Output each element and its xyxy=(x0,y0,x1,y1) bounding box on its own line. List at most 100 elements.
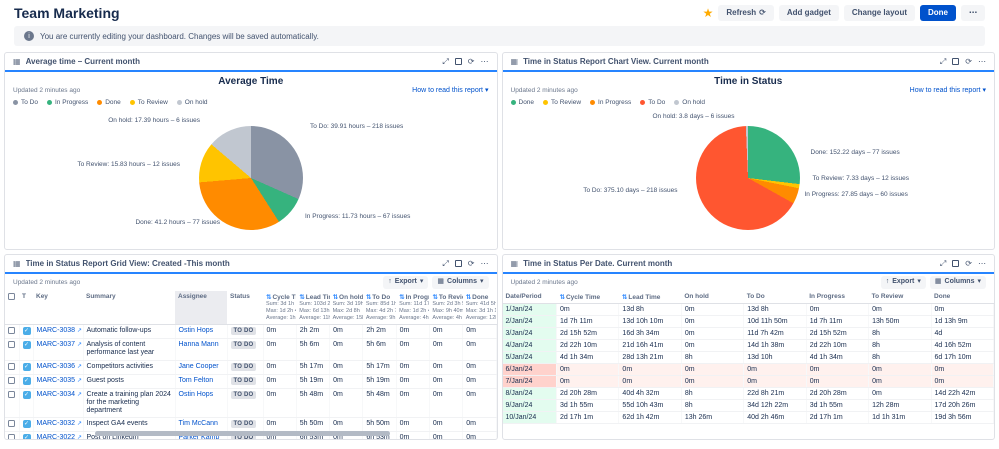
sort-icon[interactable]: ⇅ xyxy=(622,294,627,301)
gadget-refresh-icon[interactable]: ⟳ xyxy=(468,58,475,66)
col-header-to_review[interactable]: ⇅To ReviewSum: 2d 3h 58mMax: 9h 40mAvera… xyxy=(429,291,462,325)
cell-select xyxy=(5,360,19,374)
change-layout-button[interactable]: Change layout xyxy=(844,5,915,21)
table-row: 10/Jan/242d 17h 1m62d 1h 42m13h 26m40d 2… xyxy=(503,412,994,424)
assignee-link[interactable]: Hanna Mann xyxy=(179,341,219,348)
export-button[interactable]: ↑ Export ▾ xyxy=(383,276,428,288)
col-header-cycle_time[interactable]: ⇅Cycle TimeSum: 3d 1h 15mMax: 1d 2h 4mAv… xyxy=(263,291,296,325)
gadget-more-icon[interactable]: ⋯ xyxy=(978,260,986,268)
issue-key-link[interactable]: MARC-3034 xyxy=(37,391,76,398)
fullscreen-icon[interactable] xyxy=(455,58,462,65)
external-link-icon[interactable]: ↗ xyxy=(77,392,82,398)
col-header-cycle_time[interactable]: ⇅Cycle Time xyxy=(557,291,619,304)
updated-timestamp: Updated 2 minutes ago xyxy=(13,279,80,286)
issue-key-link[interactable]: MARC-3035 xyxy=(37,377,76,384)
row-checkbox[interactable] xyxy=(8,327,15,334)
assignee-link[interactable]: Tom Felton xyxy=(179,377,214,384)
row-checkbox[interactable] xyxy=(8,341,15,348)
row-checkbox[interactable] xyxy=(8,377,15,384)
external-link-icon[interactable]: ↗ xyxy=(77,342,82,348)
col-header-on_hold[interactable]: ⇅On holdSum: 3d 19hMax: 2d 8hAverage: 15… xyxy=(330,291,363,325)
col-header-in_progress[interactable]: In Progress xyxy=(806,291,868,304)
done-button[interactable]: Done xyxy=(920,5,956,21)
sort-icon[interactable]: ⇅ xyxy=(432,294,437,301)
refresh-button[interactable]: Refresh ⟳ xyxy=(718,5,774,21)
cell-on_hold: 0m xyxy=(681,364,743,376)
sort-icon[interactable]: ⇅ xyxy=(366,294,371,301)
sort-icon[interactable]: ⇅ xyxy=(266,294,271,301)
col-header-done[interactable]: ⇅DoneSum: 41d 5h 2mMax: 3d 1h 11mAverage… xyxy=(463,291,496,325)
col-header-assignee[interactable]: Assignee xyxy=(175,291,227,325)
external-link-icon[interactable]: ↗ xyxy=(77,364,82,370)
gadget-refresh-icon[interactable]: ⟳ xyxy=(965,260,972,268)
col-header-t[interactable]: T xyxy=(19,291,33,325)
expand-icon[interactable]: ⤢ xyxy=(442,58,448,66)
external-link-icon[interactable]: ↗ xyxy=(77,421,82,427)
how-to-read-link[interactable]: How to read this report ▾ xyxy=(910,86,986,94)
more-button[interactable]: ⋯ xyxy=(961,5,985,21)
cell-done: 0m xyxy=(931,304,993,316)
issue-key-link[interactable]: MARC-3032 xyxy=(37,420,76,427)
sort-icon[interactable]: ⇅ xyxy=(466,294,471,301)
col-header-lead_time[interactable]: ⇅Lead Time xyxy=(619,291,681,304)
col-header-lead_time[interactable]: ⇅Lead TimeSum: 103d 22h 5mMax: 6d 13h 41… xyxy=(296,291,329,325)
assignee-link[interactable]: Ostin Hops xyxy=(179,327,214,334)
issue-key-link[interactable]: MARC-3037 xyxy=(37,341,76,348)
sort-icon[interactable]: ⇅ xyxy=(333,294,338,301)
gadget-refresh-icon[interactable]: ⟳ xyxy=(965,58,972,66)
columns-button[interactable]: ▦ Columns ▾ xyxy=(930,276,986,288)
row-checkbox[interactable] xyxy=(8,363,15,370)
columns-button[interactable]: ▦ Columns ▾ xyxy=(432,276,488,288)
status-badge: TO DO xyxy=(231,327,257,335)
col-header-on_hold[interactable]: On hold xyxy=(681,291,743,304)
gadget-header-icons: ⤢ ⟳ ⋯ xyxy=(442,260,488,268)
col-header-date[interactable]: Date/Period xyxy=(503,291,557,304)
external-link-icon[interactable]: ↗ xyxy=(77,435,82,440)
cell-cycle_time: 0m xyxy=(263,360,296,374)
col-header-summary[interactable]: Summary xyxy=(83,291,175,325)
gadget-more-icon[interactable]: ⋯ xyxy=(978,58,986,66)
fullscreen-icon[interactable] xyxy=(952,260,959,267)
gadget-more-icon[interactable]: ⋯ xyxy=(481,260,489,268)
gadget-header-icons: ⤢ ⟳ ⋯ xyxy=(940,58,986,66)
col-header-in_progress[interactable]: ⇅In ProgressSum: 11d 17h 6mMax: 1d 2h 40… xyxy=(396,291,429,325)
fullscreen-icon[interactable] xyxy=(455,260,462,267)
expand-icon[interactable]: ⤢ xyxy=(940,58,946,66)
horizontal-scrollbar[interactable] xyxy=(95,431,390,436)
assignee-link[interactable]: Tim McCann xyxy=(179,420,218,427)
legend-label: Done xyxy=(105,99,121,106)
external-link-icon[interactable]: ↗ xyxy=(77,328,82,334)
col-header-done[interactable]: Done xyxy=(931,291,993,304)
col-header-status[interactable]: Status xyxy=(227,291,263,325)
expand-icon[interactable]: ⤢ xyxy=(940,260,946,268)
assignee-link[interactable]: Jane Cooper xyxy=(179,363,219,370)
favorite-star-icon[interactable]: ★ xyxy=(703,7,714,19)
assignee-link[interactable]: Ostin Hops xyxy=(179,391,214,398)
expand-icon[interactable]: ⤢ xyxy=(442,260,448,268)
gadget-refresh-icon[interactable]: ⟳ xyxy=(468,260,475,268)
cell-cycle_time: 0m xyxy=(557,376,619,388)
fullscreen-icon[interactable] xyxy=(952,58,959,65)
how-to-read-link[interactable]: How to read this report ▾ xyxy=(412,86,488,94)
sort-icon[interactable]: ⇅ xyxy=(399,294,404,301)
add-gadget-button[interactable]: Add gadget xyxy=(779,5,839,21)
table-toolbar: Updated 2 minutes ago ↑ Export ▾ ▦ Colum… xyxy=(5,274,497,291)
issue-key-link[interactable]: MARC-3038 xyxy=(37,327,76,334)
cell-cycle_time: 0m xyxy=(263,417,296,431)
col-header-key[interactable]: Key xyxy=(33,291,83,325)
issue-key-link[interactable]: MARC-3036 xyxy=(37,363,76,370)
col-header-to_do[interactable]: ⇅To DoSum: 85d 1h 37mMax: 4d 2h 7mAverag… xyxy=(363,291,396,325)
select-all-checkbox[interactable] xyxy=(8,293,15,300)
col-header-to_do[interactable]: To Do xyxy=(744,291,806,304)
gadget-more-icon[interactable]: ⋯ xyxy=(481,58,489,66)
col-header-to_review[interactable]: To Review xyxy=(869,291,931,304)
row-checkbox[interactable] xyxy=(8,420,15,427)
sort-icon[interactable]: ⇅ xyxy=(299,294,304,301)
row-checkbox[interactable] xyxy=(8,391,15,398)
col-stats: Sum: 3d 19hMax: 2d 8hAverage: 15h 12m xyxy=(333,301,360,322)
row-checkbox[interactable] xyxy=(8,434,15,440)
sort-icon[interactable]: ⇅ xyxy=(560,294,565,301)
external-link-icon[interactable]: ↗ xyxy=(77,378,82,384)
issue-key-link[interactable]: MARC-3022 xyxy=(37,434,76,440)
export-button[interactable]: ↑ Export ▾ xyxy=(881,276,926,288)
